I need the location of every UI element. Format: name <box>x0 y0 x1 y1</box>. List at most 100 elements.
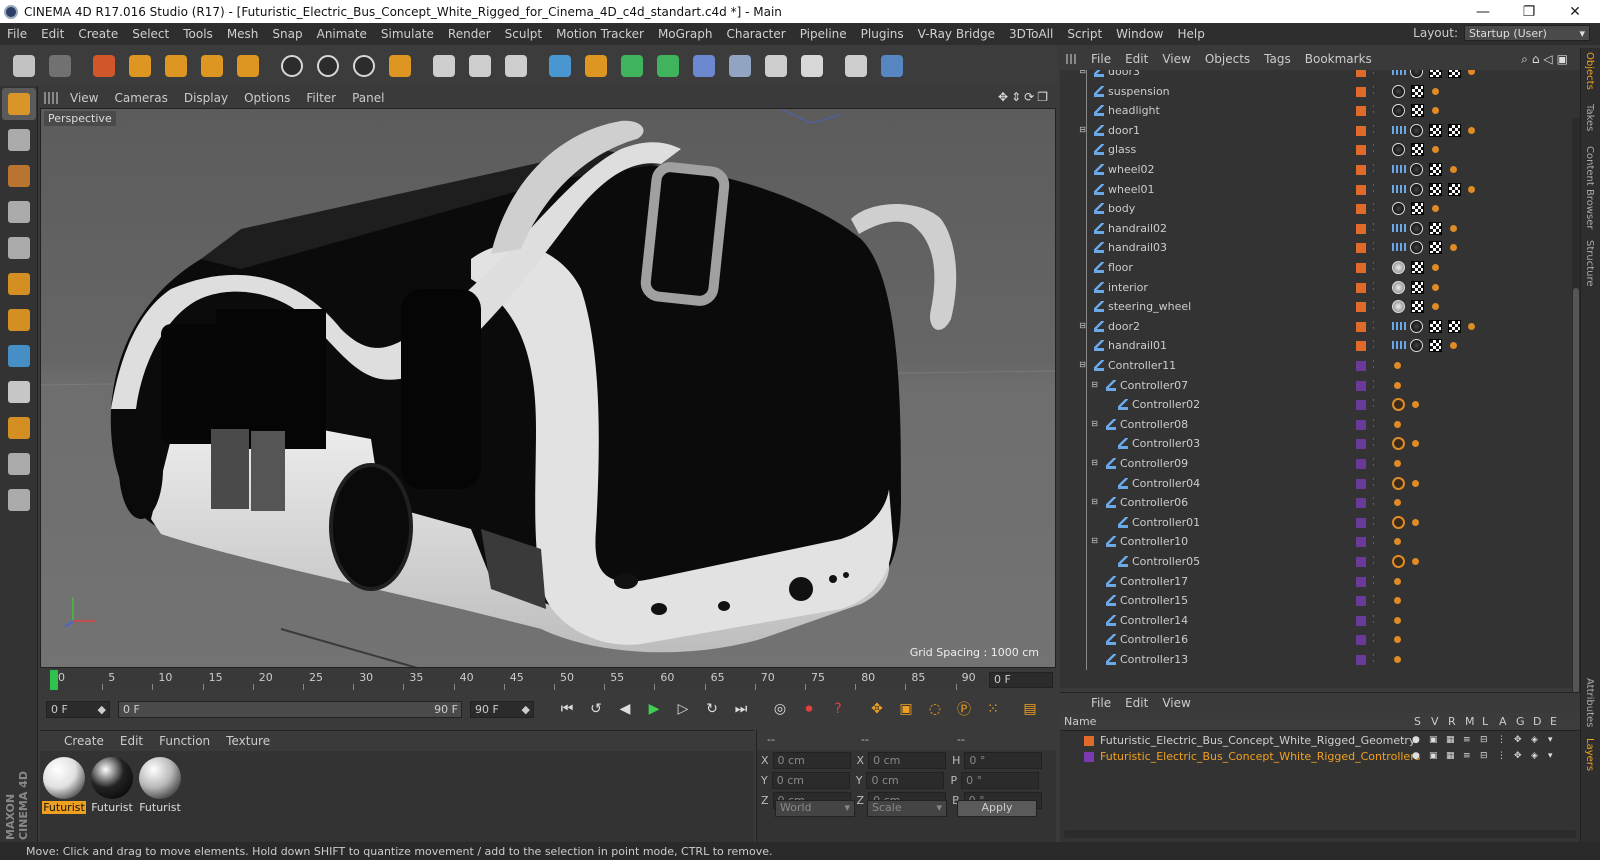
key-scale-icon[interactable]: ▣ <box>893 697 919 721</box>
texture-mode-button[interactable] <box>2 124 36 156</box>
protection-tag-icon[interactable] <box>1392 515 1405 529</box>
material-tag-icon[interactable] <box>1410 182 1423 196</box>
dummy-tag-icon[interactable] <box>1450 342 1457 350</box>
dummy-tag-icon[interactable] <box>1394 499 1401 507</box>
dummy-tag-icon[interactable] <box>1394 420 1401 428</box>
object-row-controller03[interactable]: Controller03 · · <box>1060 434 1565 454</box>
object-row-wheel02[interactable]: wheel02 · · <box>1060 160 1565 180</box>
previous-frame-icon[interactable]: ◀ <box>612 697 638 721</box>
scroll-thumb[interactable] <box>1573 288 1579 718</box>
visibility-dots-icon[interactable]: · · <box>1372 83 1376 98</box>
coord-value-field[interactable]: 0 ° <box>964 752 1043 769</box>
dummy-tag-icon[interactable] <box>1412 479 1419 487</box>
object-menu-bookmarks[interactable]: Bookmarks <box>1298 52 1379 66</box>
expand-toggle-icon[interactable]: ⊟ <box>1090 498 1099 507</box>
visibility-dots-icon[interactable]: · · <box>1372 318 1376 333</box>
dummy-tag-icon[interactable] <box>1394 381 1401 389</box>
menu-tools[interactable]: Tools <box>176 27 220 41</box>
locked-workplane-button[interactable] <box>2 484 36 516</box>
coord-value-field[interactable]: 0 cm <box>772 752 851 769</box>
material-tag-icon[interactable] <box>1392 143 1405 157</box>
object-row-steering-wheel[interactable]: steering_wheel · · <box>1060 297 1565 317</box>
expand-toggle-icon[interactable]: ⊟ <box>1090 419 1099 429</box>
expression-icon[interactable]: ▾ <box>1548 735 1558 746</box>
maximize-icon[interactable]: ❐ <box>1037 90 1048 104</box>
menu-v-ray-bridge[interactable]: V-Ray Bridge <box>911 27 1002 41</box>
layer-color-swatch[interactable] <box>1356 282 1366 293</box>
dummy-tag-icon[interactable] <box>1394 362 1401 369</box>
right-tab-attributes[interactable]: Attributes <box>1584 678 1595 727</box>
visibility-dots-icon[interactable]: · · <box>1372 573 1376 588</box>
material-tag-icon[interactable] <box>1410 221 1423 235</box>
object-menu-edit[interactable]: Edit <box>1118 52 1155 66</box>
visibility-dots-icon[interactable]: · · <box>1372 495 1376 510</box>
dummy-tag-icon[interactable] <box>1394 460 1401 467</box>
next-key-icon[interactable]: ↻ <box>699 697 725 721</box>
object-menu-objects[interactable]: Objects <box>1198 52 1257 66</box>
animation-icon[interactable]: ⋮ <box>1497 735 1507 746</box>
dummy-tag-icon[interactable] <box>1394 636 1401 644</box>
dummy-tag-icon[interactable] <box>1394 577 1401 585</box>
snap-button[interactable] <box>2 376 36 408</box>
layer-color-swatch[interactable] <box>1356 184 1366 195</box>
viewport-camera-label[interactable]: Perspective <box>44 111 116 126</box>
layer-color-swatch[interactable] <box>1356 615 1366 626</box>
floor-button[interactable] <box>724 50 756 82</box>
menu-sculpt[interactable]: Sculpt <box>498 27 549 41</box>
viewport-menu-options[interactable]: Options <box>236 91 298 105</box>
dummy-tag-icon[interactable] <box>1412 401 1419 409</box>
visibility-dots-icon[interactable]: · · <box>1372 632 1376 647</box>
object-row-headlight[interactable]: headlight · · <box>1060 101 1565 121</box>
object-row-door1[interactable]: ⊟ door1 · · <box>1060 121 1565 141</box>
menu-window[interactable]: Window <box>1109 27 1170 41</box>
uvw-tag-icon[interactable] <box>1411 143 1424 157</box>
uvw-tag-icon[interactable] <box>1429 339 1442 353</box>
layer-color-swatch[interactable] <box>1356 302 1366 313</box>
dummy-tag-icon[interactable] <box>1432 107 1439 115</box>
layer-color-swatch[interactable] <box>1356 321 1366 332</box>
menu-select[interactable]: Select <box>125 27 176 41</box>
dummy-tag-icon[interactable] <box>1394 597 1401 605</box>
layer-color-swatch[interactable] <box>1356 400 1366 411</box>
animation-icon[interactable]: ⋮ <box>1497 751 1507 762</box>
right-tab-objects[interactable]: Objects <box>1584 52 1595 90</box>
menu-character[interactable]: Character <box>719 27 792 41</box>
layer-color-swatch[interactable] <box>1356 125 1366 136</box>
dummy-tag-icon[interactable] <box>1412 518 1419 526</box>
uvw-tag-icon[interactable] <box>1429 221 1442 235</box>
right-tab-structure[interactable]: Structure <box>1584 240 1595 287</box>
polygons-mode-button[interactable] <box>2 268 36 300</box>
layer-color-swatch[interactable] <box>1356 380 1366 391</box>
object-row-controller14[interactable]: Controller14 · · <box>1060 611 1565 631</box>
object-menu-view[interactable]: View <box>1155 52 1197 66</box>
subdivision-button[interactable] <box>616 50 648 82</box>
orbit-icon[interactable]: ⟳ <box>1024 90 1034 104</box>
minimize-button[interactable]: — <box>1460 0 1506 23</box>
layer-color-swatch[interactable] <box>1356 165 1366 175</box>
workplane-button[interactable] <box>2 160 36 192</box>
magnet-button[interactable] <box>2 412 36 444</box>
protection-tag-icon[interactable] <box>1392 476 1405 490</box>
material-swatch[interactable]: Futurist <box>138 757 182 814</box>
pan-icon[interactable]: ✥ <box>998 90 1008 104</box>
layer-color-swatch[interactable] <box>1356 655 1366 665</box>
expression-icon[interactable]: ▾ <box>1548 751 1558 762</box>
menu-mesh[interactable]: Mesh <box>220 27 266 41</box>
material-tag-icon[interactable] <box>1392 300 1405 314</box>
layer-color-swatch[interactable] <box>1356 204 1366 215</box>
object-menu-file[interactable]: File <box>1084 52 1118 66</box>
visibility-dots-icon[interactable]: · · <box>1372 338 1376 353</box>
layer-color-swatch[interactable] <box>1356 517 1366 528</box>
model-mode-button[interactable] <box>2 88 36 120</box>
viewport-menu-display[interactable]: Display <box>176 91 236 105</box>
layer-color-swatch[interactable] <box>1356 70 1366 77</box>
material-swatch[interactable]: Futurist <box>42 757 86 814</box>
layer-color-swatch[interactable] <box>1356 478 1366 489</box>
menu-create[interactable]: Create <box>71 27 125 41</box>
protection-tag-icon[interactable] <box>1392 555 1405 568</box>
dummy-tag-icon[interactable] <box>1412 558 1419 565</box>
visible-icon[interactable]: ▣ <box>1429 751 1439 762</box>
layer-color-swatch[interactable] <box>1356 86 1366 97</box>
menu-simulate[interactable]: Simulate <box>374 27 441 41</box>
go-to-start-icon[interactable]: ⏮ <box>554 697 580 721</box>
